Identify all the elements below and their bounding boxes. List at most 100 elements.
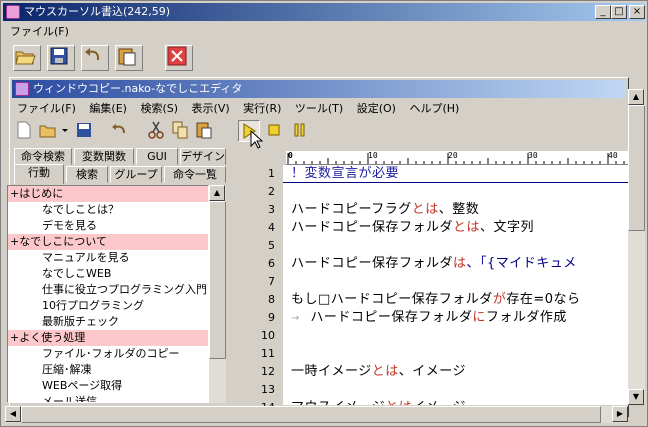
code-token: もし□ハードコピー保存フォルダ xyxy=(291,292,493,307)
pause-button[interactable] xyxy=(290,120,312,142)
editor-menu-search[interactable]: 検索(S) xyxy=(135,100,183,118)
cut-button[interactable] xyxy=(146,120,168,142)
editor-scroll-down-button[interactable]: ▼ xyxy=(628,389,644,405)
column-ruler: 0 10 20 30 40 xyxy=(286,151,628,165)
horizontal-scrollbar[interactable]: ◀ ▶ xyxy=(5,406,628,423)
open-dropdown-button[interactable] xyxy=(60,120,70,142)
undo-button[interactable] xyxy=(81,45,109,71)
editor-scroll-up-button[interactable]: ▲ xyxy=(628,89,644,105)
code-line[interactable]: マウスイメージとはイメージ xyxy=(283,399,628,405)
new-file-button[interactable] xyxy=(14,120,36,142)
tab-variables-functions[interactable]: 変数関数 xyxy=(74,148,134,165)
save-icon xyxy=(50,47,68,65)
tab-actions[interactable]: 行動 xyxy=(14,164,64,184)
maximize-button[interactable]: □ xyxy=(611,5,627,19)
tree-category[interactable]: +はじめに xyxy=(8,186,208,202)
editor-menu-view[interactable]: 表示(V) xyxy=(187,100,235,118)
code-line[interactable] xyxy=(283,381,628,399)
scroll-right-button[interactable]: ▶ xyxy=(612,406,628,422)
open-file-icon xyxy=(39,125,56,138)
scroll-left-button[interactable]: ◀ xyxy=(5,406,21,422)
code-line[interactable]: ハードコピーフラグとは、整数 xyxy=(283,201,628,219)
line-number: 4 xyxy=(268,221,275,234)
tree-item[interactable]: デモを見る xyxy=(8,218,208,234)
minimize-button[interactable]: _ xyxy=(595,5,611,19)
tree-item[interactable]: 最新版チェック xyxy=(8,314,208,330)
tree-item[interactable]: マニュアルを見る xyxy=(8,250,208,266)
open-folder-icon xyxy=(15,51,36,65)
tree-item[interactable]: メール送信 xyxy=(8,394,208,402)
undo-icon xyxy=(112,124,125,134)
line-number: 11 xyxy=(261,347,275,360)
code-line[interactable]: ハードコピー保存フォルダとは、文字列 xyxy=(283,219,628,237)
outer-title: マウスカーソル書込(242,59) xyxy=(24,5,171,18)
tab-group[interactable]: グループ xyxy=(110,166,162,183)
stop-run-button[interactable] xyxy=(264,120,286,142)
tree-item[interactable]: WEBページ取得 xyxy=(8,378,208,394)
stop-button[interactable] xyxy=(165,45,193,71)
tab-gui[interactable]: GUI xyxy=(136,148,178,165)
line-number: 7 xyxy=(268,275,275,288)
editor-menu-edit[interactable]: 編集(E) xyxy=(84,100,132,118)
outer-titlebar[interactable]: マウスカーソル書込(242,59) _ □ × xyxy=(3,3,645,21)
code-line[interactable]: 一時イメージとは、イメージ xyxy=(283,363,628,381)
paste-button[interactable] xyxy=(115,45,143,71)
ruler-tick-30: 30 xyxy=(528,151,538,160)
paste-edit-button[interactable] xyxy=(194,120,216,142)
undo-edit-button[interactable] xyxy=(110,120,132,142)
code-token: に xyxy=(472,310,486,325)
close-button[interactable]: × xyxy=(629,5,645,19)
code-line[interactable] xyxy=(283,273,628,291)
editor-menu-run[interactable]: 実行(R) xyxy=(238,100,286,118)
editor-icon xyxy=(15,82,29,96)
tree-scroll-thumb[interactable] xyxy=(209,201,226,359)
menu-file[interactable]: ファイル(F) xyxy=(5,23,74,41)
code-line[interactable] xyxy=(283,237,628,255)
code-token: とは xyxy=(385,400,412,405)
tree-category[interactable]: +なでしこについて xyxy=(8,234,208,250)
code-line[interactable]: → ハードコピー保存フォルダにフォルダ作成 xyxy=(283,309,628,327)
copy-button[interactable] xyxy=(170,120,192,142)
editor-menu-tools[interactable]: ツール(T) xyxy=(290,100,348,118)
tree-category[interactable]: +よく使う処理 xyxy=(8,330,208,346)
code-line[interactable]: ハードコピー保存フォルダは、「{マイドキュメ xyxy=(283,255,628,273)
editor-menu-help[interactable]: ヘルプ(H) xyxy=(404,100,464,118)
tree-item[interactable]: 圧縮･解凍 xyxy=(8,362,208,378)
code-line[interactable]: ！変数宣言が必要 xyxy=(283,165,628,183)
horizontal-scroll-thumb[interactable] xyxy=(21,406,601,423)
code-token: ハードコピー保存フォルダ xyxy=(291,256,454,271)
tree-item[interactable]: ファイル･フォルダのコピー xyxy=(8,346,208,362)
code-line[interactable] xyxy=(283,345,628,363)
tab-command-list[interactable]: 命令一覧 xyxy=(164,166,226,183)
code-line[interactable] xyxy=(283,327,628,345)
action-tree[interactable]: +はじめに なでしことは？ デモを見る +なでしこについて マニュアルを見る なでしこWE… xyxy=(7,185,209,403)
save-button[interactable] xyxy=(47,45,75,71)
code-token: とは xyxy=(411,202,439,217)
tree-scrollbar[interactable]: ▲ xyxy=(209,185,226,403)
save-file-button[interactable] xyxy=(74,120,96,142)
tree-item[interactable]: 10行プログラミング xyxy=(8,298,208,314)
editor-titlebar[interactable]: ウィンドウコピー.nako-なでしこエディタ xyxy=(12,80,626,98)
outer-window: マウスカーソル書込(242,59) _ □ × ファイル(F) ウィンドウコピー… xyxy=(0,0,648,427)
tree-item[interactable]: なでしこWEB xyxy=(8,266,208,282)
code-token: 一時イメージ xyxy=(291,364,372,379)
open-file-button[interactable] xyxy=(38,120,60,142)
code-token: → xyxy=(291,313,311,324)
tab-design[interactable]: デザイン xyxy=(180,148,226,165)
editor-menu-file[interactable]: ファイル(F) xyxy=(12,100,81,118)
code-token: が xyxy=(492,292,507,307)
editor-scroll-thumb[interactable] xyxy=(628,105,645,231)
code-editor[interactable]: ！変数宣言が必要 ハードコピーフラグとは、整数 ハードコピー保存フォルダとは、文字列… xyxy=(283,165,628,405)
code-token: 存在=0なら xyxy=(506,292,581,307)
open-folder-button[interactable] xyxy=(13,45,41,71)
tab-command-search[interactable]: 命令検索 xyxy=(14,148,72,165)
code-line[interactable]: もし□ハードコピー保存フォルダが存在=0なら xyxy=(283,291,628,309)
tab-search[interactable]: 検索 xyxy=(66,166,108,183)
tree-item[interactable]: 仕事に役立つプログラミング入門 xyxy=(8,282,208,298)
ruler-tick-0: 0 xyxy=(288,151,293,160)
tree-item[interactable]: なでしことは？ xyxy=(8,202,208,218)
tree-scroll-up-button[interactable]: ▲ xyxy=(209,185,225,201)
code-line[interactable] xyxy=(283,183,628,201)
editor-scrollbar[interactable]: ▲ ▼ xyxy=(628,89,645,405)
editor-menu-settings[interactable]: 設定(O) xyxy=(352,100,401,118)
